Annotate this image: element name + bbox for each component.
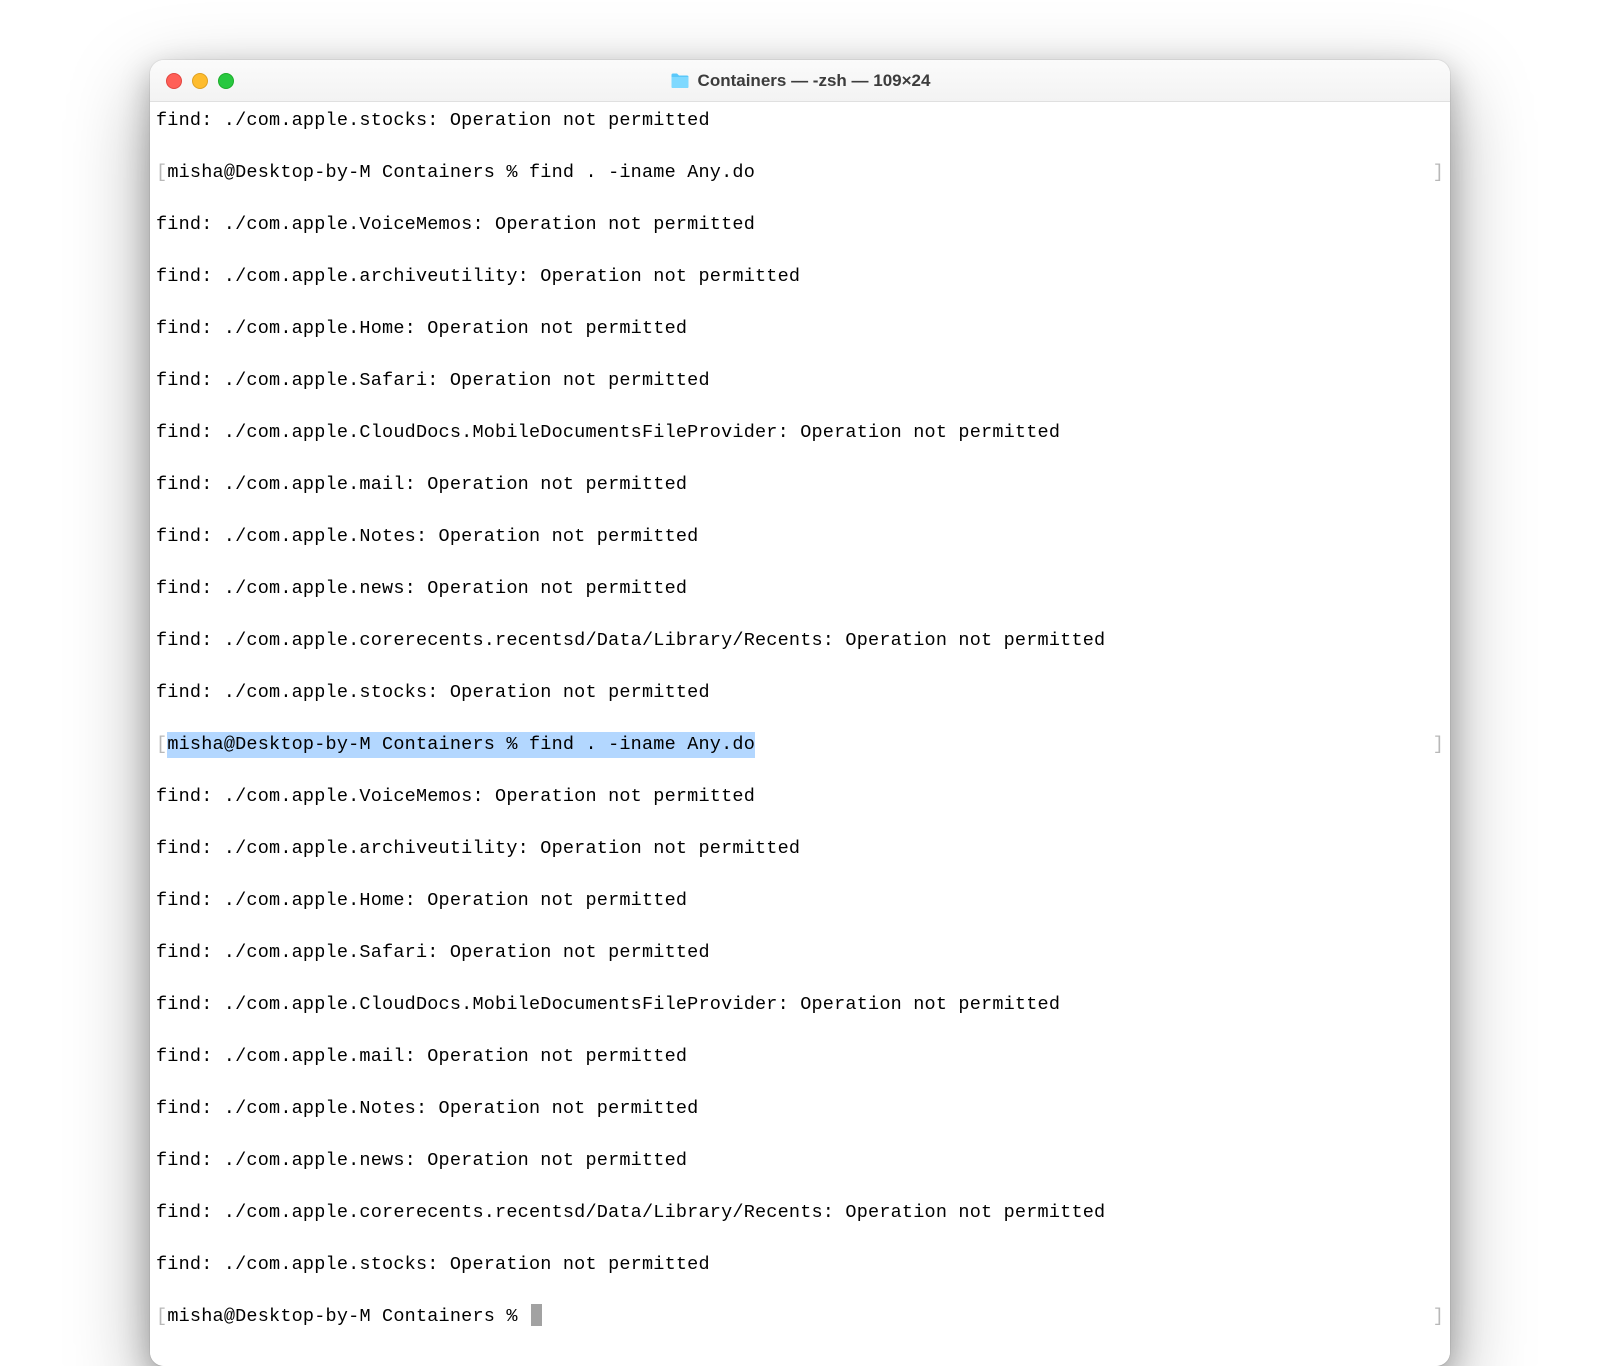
terminal-output-line: find: ./com.apple.news: Operation not pe… [156, 576, 1444, 602]
terminal-prompt-line: [misha@Desktop-by-M Containers % find . … [156, 732, 1444, 758]
terminal-output-line: find: ./com.apple.corerecents.recentsd/D… [156, 628, 1444, 654]
prompt-and-command: misha@Desktop-by-M Containers % find . -… [167, 732, 755, 758]
terminal-cursor[interactable] [531, 1304, 542, 1326]
terminal-output-line: find: ./com.apple.VoiceMemos: Operation … [156, 784, 1444, 810]
terminal-output-line: find: ./com.apple.Safari: Operation not … [156, 368, 1444, 394]
traffic-lights [166, 73, 234, 89]
terminal-output-line: find: ./com.apple.CloudDocs.MobileDocume… [156, 420, 1444, 446]
terminal-output-line: find: ./com.apple.Home: Operation not pe… [156, 316, 1444, 342]
folder-icon [670, 73, 690, 89]
terminal-output-line: find: ./com.apple.mail: Operation not pe… [156, 472, 1444, 498]
terminal-current-prompt: [misha@Desktop-by-M Containers % ] [156, 1304, 1444, 1330]
terminal-output-line: find: ./com.apple.archiveutility: Operat… [156, 836, 1444, 862]
terminal-window: Containers — -zsh — 109×24 find: ./com.a… [150, 60, 1450, 1366]
terminal-output-line: find: ./com.apple.Safari: Operation not … [156, 940, 1444, 966]
prompt-text: misha@Desktop-by-M Containers % [167, 1306, 529, 1327]
terminal-output-line: find: ./com.apple.Home: Operation not pe… [156, 888, 1444, 914]
terminal-output-line: find: ./com.apple.Notes: Operation not p… [156, 1096, 1444, 1122]
bracket-close: ] [1433, 160, 1444, 186]
prompt-and-command: misha@Desktop-by-M Containers % find . -… [167, 162, 755, 183]
terminal-output-line: find: ./com.apple.corerecents.recentsd/D… [156, 1200, 1444, 1226]
maximize-button[interactable] [218, 73, 234, 89]
window-title-text: Containers — -zsh — 109×24 [698, 71, 931, 91]
terminal-output-line: find: ./com.apple.stocks: Operation not … [156, 1252, 1444, 1278]
terminal-output-area[interactable]: find: ./com.apple.stocks: Operation not … [150, 102, 1450, 1366]
terminal-output-line: find: ./com.apple.stocks: Operation not … [156, 680, 1444, 706]
bracket-close: ] [1433, 1304, 1444, 1330]
minimize-button[interactable] [192, 73, 208, 89]
bracket-open: [ [156, 734, 167, 755]
bracket-open: [ [156, 162, 167, 183]
bracket-close: ] [1433, 732, 1444, 758]
terminal-output-line: find: ./com.apple.VoiceMemos: Operation … [156, 212, 1444, 238]
window-titlebar: Containers — -zsh — 109×24 [150, 60, 1450, 102]
close-button[interactable] [166, 73, 182, 89]
terminal-output-line: find: ./com.apple.mail: Operation not pe… [156, 1044, 1444, 1070]
terminal-output-line: find: ./com.apple.Notes: Operation not p… [156, 524, 1444, 550]
terminal-output-line: find: ./com.apple.CloudDocs.MobileDocume… [156, 992, 1444, 1018]
terminal-prompt-line: [misha@Desktop-by-M Containers % find . … [156, 160, 1444, 186]
bracket-open: [ [156, 1306, 167, 1327]
window-title: Containers — -zsh — 109×24 [166, 71, 1434, 91]
terminal-output-line: find: ./com.apple.news: Operation not pe… [156, 1148, 1444, 1174]
terminal-output-line: find: ./com.apple.stocks: Operation not … [156, 108, 1444, 134]
terminal-output-line: find: ./com.apple.archiveutility: Operat… [156, 264, 1444, 290]
